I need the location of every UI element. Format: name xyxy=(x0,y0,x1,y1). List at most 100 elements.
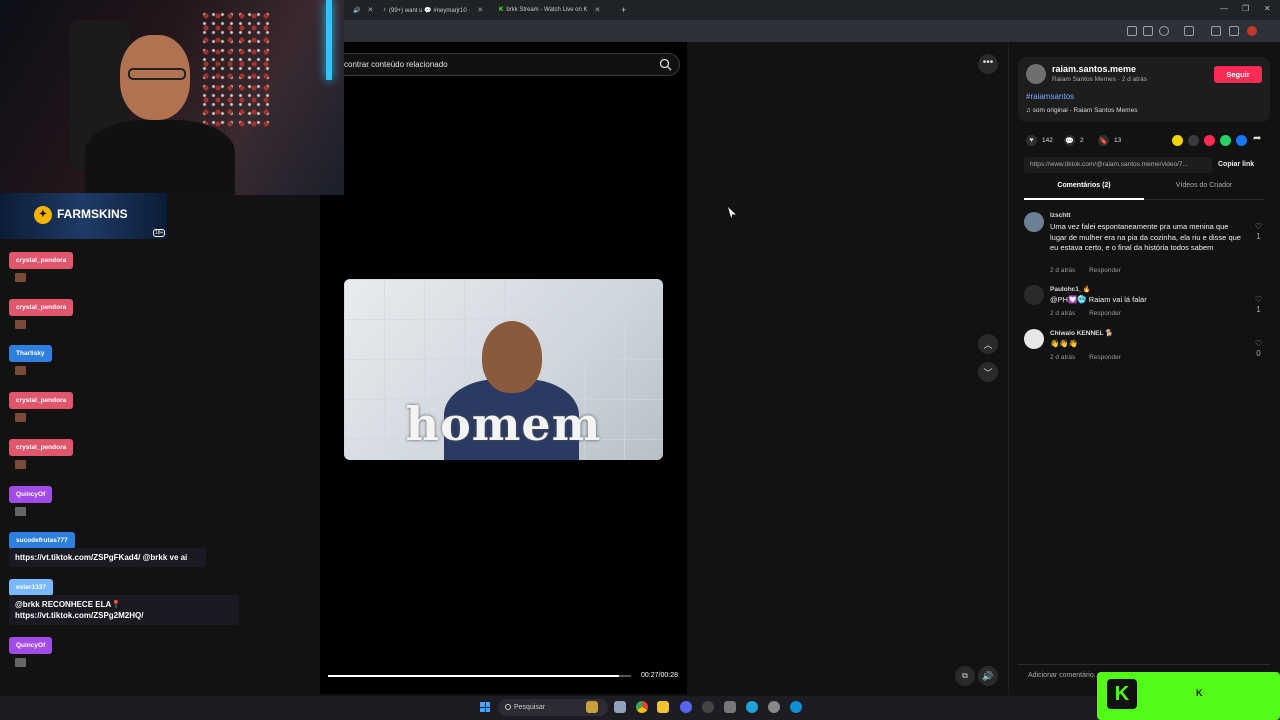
app-icon[interactable] xyxy=(724,701,736,713)
farmskins-logo-icon: ✦ xyxy=(34,206,52,224)
browser-icon[interactable] xyxy=(790,701,802,713)
chat-username: sucodefrutas777 xyxy=(9,532,75,549)
settings-gear-icon[interactable] xyxy=(768,701,780,713)
commenter-name[interactable]: Chiwalo KENNEL 🐕 xyxy=(1050,329,1113,337)
comment-meta: 2 d atrás Responder xyxy=(1050,267,1133,274)
heart-outline-icon: ♡ xyxy=(1254,295,1262,304)
close-window-icon[interactable]: ✕ xyxy=(1264,4,1271,13)
video-frame[interactable]: homem xyxy=(344,279,663,460)
hashtag-link[interactable]: #raiamsantos xyxy=(1026,92,1074,101)
bookmark-star-icon[interactable] xyxy=(1159,26,1169,36)
pip-icon: ⧉ xyxy=(962,671,968,680)
comment-like[interactable]: ♡ 1 xyxy=(1255,295,1262,315)
comment-time: 2 d atrás xyxy=(1050,267,1076,274)
follow-button[interactable]: Seguir xyxy=(1214,66,1262,83)
download-icon[interactable] xyxy=(1211,26,1221,36)
tab-comments[interactable]: Comentários (2) xyxy=(1024,182,1144,200)
sponsor-name: FARMSKINS xyxy=(57,207,128,221)
pip-button[interactable]: ⧉ xyxy=(955,666,975,686)
chat-emote-icon xyxy=(15,658,26,667)
weather-widget-icon[interactable] xyxy=(586,701,598,713)
comment-stat[interactable]: 💬 2 xyxy=(1064,135,1084,146)
close-tab-icon[interactable]: ✕ xyxy=(367,6,373,14)
commenter-name[interactable]: Paulohc1_🔥 xyxy=(1050,285,1091,293)
tiktok-icon: ♪ xyxy=(383,7,386,13)
obs-icon[interactable] xyxy=(702,701,714,713)
author-name[interactable]: raiam.santos.meme xyxy=(1052,64,1136,74)
close-tab-icon[interactable]: ✕ xyxy=(594,6,600,14)
save-count: 13 xyxy=(1114,137,1122,144)
reply-button[interactable]: Responder xyxy=(1089,354,1121,361)
chat-emote-icon xyxy=(15,320,26,329)
chat-emote-icon xyxy=(15,413,26,422)
chevron-down-icon: ﹀ xyxy=(983,367,993,378)
save-stat[interactable]: 🔖 13 xyxy=(1098,135,1121,146)
chat-username: Tharlisky xyxy=(9,345,52,362)
translate-icon[interactable] xyxy=(1127,26,1137,36)
new-tab-button[interactable]: + xyxy=(616,2,630,18)
age-badge: 18+ xyxy=(153,229,166,237)
video-caption: homem xyxy=(405,397,602,451)
comment-text: Uma vez falei espontaneamente pra uma me… xyxy=(1050,222,1241,252)
tab-audio-indicator[interactable]: 🔊 ✕ xyxy=(348,2,374,18)
share-embed-icon[interactable] xyxy=(1188,135,1199,146)
webcam-person-body xyxy=(85,120,235,195)
comment-text: 👋👋👋 xyxy=(1050,339,1079,348)
like-stat[interactable]: ♥ 142 xyxy=(1026,135,1053,146)
author-avatar[interactable] xyxy=(1026,64,1046,84)
reply-button[interactable]: Responder xyxy=(1089,267,1121,274)
discord-icon[interactable] xyxy=(680,701,692,713)
video-link-field[interactable]: https://www.tiktok.com/@raiam.santos.mem… xyxy=(1024,157,1212,173)
task-view-icon[interactable] xyxy=(614,701,626,713)
minimize-icon[interactable]: — xyxy=(1220,4,1228,13)
edge-icon[interactable] xyxy=(746,701,758,713)
close-tab-icon[interactable]: ✕ xyxy=(477,6,483,14)
comment-like[interactable]: ♡ 0 xyxy=(1255,339,1262,359)
volume-icon: 🔊 xyxy=(982,671,994,681)
tab-tiktok[interactable]: ♪ (99+) want u 💬 #neymarjr10 · ✕ xyxy=(378,2,488,18)
share-send-icon[interactable] xyxy=(1204,135,1215,146)
sidepanel-icon[interactable] xyxy=(1229,26,1239,36)
extensions-icon[interactable] xyxy=(1184,26,1194,36)
search-input-text[interactable]: contrar conteúdo relacionado xyxy=(344,60,448,69)
comment-like[interactable]: ♡ 1 xyxy=(1255,222,1262,242)
chrome-icon[interactable] xyxy=(636,701,648,713)
share-more-icon[interactable]: ➦ xyxy=(1253,133,1261,144)
browser-tab-bar: 🔊 ✕ ♪ (99+) want u 💬 #neymarjr10 · ✕ K br… xyxy=(344,0,1280,20)
commenter-avatar[interactable] xyxy=(1024,329,1044,349)
previous-video-button[interactable]: ︿ xyxy=(978,334,998,354)
profile-avatar[interactable] xyxy=(1247,26,1257,36)
author-subtitle: Raiam Santos Memes · 2 d atrás xyxy=(1052,76,1148,83)
commenter-avatar[interactable] xyxy=(1024,212,1044,232)
share-collab-icon[interactable] xyxy=(1172,135,1183,146)
volume-button[interactable]: 🔊 xyxy=(978,666,998,686)
comment-like-count: 0 xyxy=(1256,349,1261,358)
more-options-button[interactable]: ••• xyxy=(978,54,998,74)
heart-icon: ♥ xyxy=(1026,135,1037,146)
search-icon[interactable] xyxy=(659,58,672,71)
chat-emote-icon xyxy=(15,273,26,282)
file-explorer-icon[interactable] xyxy=(657,701,669,713)
tab-kick-stream[interactable]: K brkk Stream - Watch Live on K ✕ xyxy=(494,2,614,18)
progress-fill xyxy=(328,675,619,677)
commenter-avatar[interactable] xyxy=(1024,285,1044,305)
comment-text: @PH💟🥶 Raiam vai lá falar xyxy=(1050,295,1147,304)
chat-username: QuincyOf xyxy=(9,637,53,654)
comment-like-count: 1 xyxy=(1256,232,1261,241)
tab-creator-videos[interactable]: Vídeos do Criador xyxy=(1144,182,1264,200)
copy-link-button[interactable]: Copiar link xyxy=(1218,157,1254,173)
reply-button[interactable]: Responder xyxy=(1089,310,1121,317)
cast-icon[interactable] xyxy=(1143,26,1153,36)
restore-icon[interactable]: ❐ xyxy=(1242,4,1249,13)
music-link[interactable]: ♫ som original - Raiam Santos Memes xyxy=(1026,107,1137,114)
taskbar-search-icon xyxy=(505,704,511,710)
windows-start-icon[interactable] xyxy=(480,702,490,712)
share-whatsapp-icon[interactable] xyxy=(1220,135,1231,146)
next-video-button[interactable]: ﹀ xyxy=(978,362,998,382)
chat-username: ester1337 xyxy=(9,579,53,596)
share-facebook-icon[interactable] xyxy=(1236,135,1247,146)
chat-username: crystal_pendora xyxy=(9,392,74,409)
chat-message: @brkk RECONHECE ELA📍https://vt.tiktok.co… xyxy=(9,595,239,625)
commenter-name[interactable]: lzschtt xyxy=(1050,212,1071,219)
chat-username: crystal_pendora xyxy=(9,252,74,269)
